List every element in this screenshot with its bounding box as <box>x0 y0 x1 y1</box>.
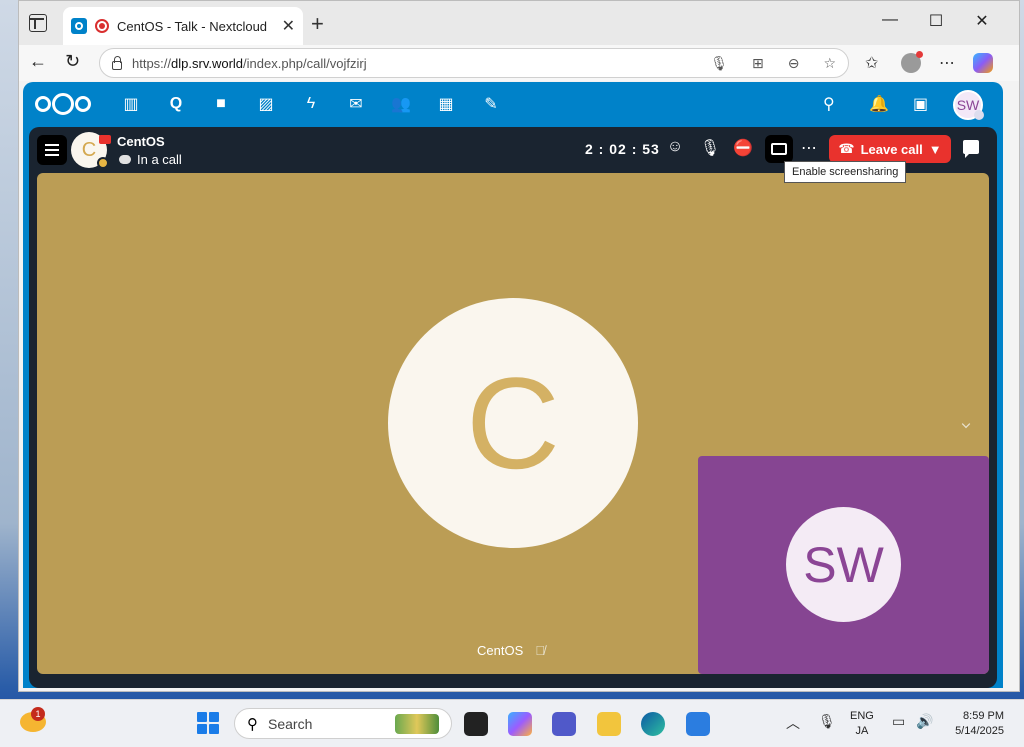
hamburger-menu-icon[interactable] <box>37 135 67 165</box>
conversation-name[interactable]: CentOS <box>117 134 165 149</box>
more-call-options-icon[interactable]: ⋯ <box>797 138 821 158</box>
chevron-down-icon[interactable] <box>961 419 971 429</box>
system-clock[interactable]: 8:59 PM 5/14/2025 <box>944 709 1004 739</box>
main-participant-avatar: C <box>388 298 638 548</box>
nextcloud-talk-favicon-icon <box>71 18 87 34</box>
microphone-toggle-icon[interactable]: 🎙 <box>698 138 722 158</box>
maximize-icon[interactable]: ☐ <box>913 11 959 31</box>
conversation-status-text: In a call <box>137 152 182 167</box>
close-window-icon[interactable]: ✕ <box>959 11 1005 31</box>
screenshare-icon <box>771 143 787 155</box>
self-video-tile[interactable]: SW <box>698 456 989 674</box>
microphone-icon[interactable]: 🎙 <box>710 55 728 72</box>
contacts-icon[interactable]: 👥 <box>391 94 411 114</box>
tray-microphone-icon[interactable]: 🎙 <box>818 713 836 730</box>
search-highlight-icon <box>395 713 439 734</box>
minimize-icon[interactable]: — <box>867 11 913 29</box>
search-magnifier-icon: ⚲ <box>247 715 258 733</box>
main-participant-label: CentOS 🎙̸ <box>477 643 545 658</box>
hang-up-icon: ☎ <box>838 141 855 156</box>
tab-title: CentOS - Talk - Nextcloud <box>117 18 268 34</box>
self-avatar: SW <box>786 507 901 622</box>
calendar-icon[interactable]: ▦ <box>436 94 456 114</box>
conversation-status: In a call <box>119 152 182 167</box>
teams-icon[interactable] <box>552 712 576 736</box>
lock-icon[interactable] <box>112 55 122 70</box>
reaction-emoji-icon[interactable]: ☺ <box>663 138 687 156</box>
contacts-menu-icon[interactable]: ▣ <box>913 94 928 114</box>
refresh-icon[interactable]: ↻ <box>65 51 80 72</box>
call-timer: 2 : 02 : 53 <box>585 141 660 157</box>
more-options-icon[interactable]: ⋯ <box>939 53 955 73</box>
copilot-app-icon[interactable] <box>508 712 532 736</box>
video-call-badge-icon <box>99 135 111 144</box>
browser-window: CentOS - Talk - Nextcloud ✕ + — ☐ ✕ ← ↻ … <box>18 0 1020 692</box>
call-view: C CentOS In a call 2 : 02 : 53 ☺ 🎙 ⛔ ⋯ ☎… <box>29 127 997 688</box>
ime-code: JA <box>855 725 869 737</box>
chat-bubble-icon <box>119 155 131 164</box>
video-stage: C CentOS 🎙̸ SW <box>37 173 989 674</box>
user-avatar[interactable]: SW <box>953 90 984 120</box>
dashboard-icon[interactable]: ▥ <box>121 94 141 114</box>
screenshare-button[interactable] <box>765 135 793 163</box>
photos-icon[interactable]: ▨ <box>256 94 276 114</box>
leave-call-label: Leave call <box>860 141 923 157</box>
profile-avatar-icon[interactable] <box>901 51 923 73</box>
notification-badge: 1 <box>31 707 45 721</box>
taskbar-search-text: Search <box>268 715 313 732</box>
files-icon[interactable]: ■ <box>211 94 231 114</box>
caret-down-icon: ▼ <box>928 141 942 157</box>
clock-time: 8:59 PM <box>963 710 1004 722</box>
tray-overflow-chevron-icon[interactable]: ︿ <box>786 713 800 733</box>
back-icon[interactable]: ← <box>29 51 47 72</box>
microsoft-store-icon[interactable] <box>686 712 710 736</box>
network-icon[interactable]: ▭ <box>892 713 905 730</box>
input-language[interactable]: ENG JA <box>850 709 874 739</box>
screenshare-tooltip: Enable screensharing <box>784 161 907 183</box>
recording-icon <box>95 19 109 33</box>
camera-off-icon[interactable]: ⛔ <box>731 138 755 158</box>
leave-call-button[interactable]: ☎ Leave call ▼ <box>829 135 951 163</box>
microphone-muted-icon: 🎙̸ <box>535 643 545 658</box>
task-view-icon[interactable] <box>464 712 488 736</box>
taskbar-search[interactable]: ⚲ Search <box>234 708 452 739</box>
talk-icon[interactable]: Q <box>166 94 186 114</box>
favorite-star-icon[interactable]: ☆ <box>823 55 836 72</box>
address-bar[interactable]: https://dlp.srv.world/index.php/call/voj… <box>99 48 849 78</box>
search-icon[interactable]: ⚲ <box>823 94 835 114</box>
mail-icon[interactable]: ✉ <box>346 94 366 114</box>
notifications-bell-icon[interactable]: 🔔 <box>869 94 889 114</box>
volume-icon[interactable]: 🔊 <box>916 713 933 730</box>
chat-sidebar-icon[interactable] <box>963 140 979 158</box>
windows-taskbar: 1 ⚲ Search ︿ 🎙 ENG JA ▭ 🔊 8:59 PM 5/14/2… <box>0 699 1024 747</box>
url-text: https://dlp.srv.world/index.php/call/voj… <box>132 55 367 71</box>
nextcloud-page: ▥ Q ■ ▨ ϟ ✉ 👥 ▦ ✎ ⚲ 🔔 ▣ SW C CentOS In a… <box>23 82 1003 688</box>
call-top-bar: C CentOS In a call 2 : 02 : 53 ☺ 🎙 ⛔ ⋯ ☎… <box>29 127 997 183</box>
favorites-icon[interactable]: ✩ <box>865 53 878 73</box>
new-tab-icon[interactable]: + <box>311 11 324 37</box>
tab-talk[interactable]: CentOS - Talk - Nextcloud ✕ <box>63 7 303 45</box>
app-available-icon[interactable]: ⊞ <box>752 55 764 72</box>
nextcloud-logo-icon[interactable] <box>35 93 91 115</box>
zoom-icon[interactable]: ⊖ <box>788 55 800 72</box>
notes-pencil-icon[interactable]: ✎ <box>481 94 501 114</box>
nextcloud-header: ▥ Q ■ ▨ ϟ ✉ 👥 ▦ ✎ ⚲ 🔔 ▣ SW <box>23 82 1003 126</box>
tab-bar: CentOS - Talk - Nextcloud ✕ + — ☐ ✕ <box>19 1 1019 45</box>
away-status-icon <box>97 157 109 169</box>
tab-close-icon[interactable]: ✕ <box>282 16 295 36</box>
copilot-icon[interactable] <box>973 53 993 73</box>
start-menu-icon[interactable] <box>197 712 219 734</box>
language-code: ENG <box>850 710 874 722</box>
clock-date: 5/14/2025 <box>955 725 1004 737</box>
edge-browser-icon[interactable] <box>641 712 665 736</box>
file-explorer-icon[interactable] <box>597 712 621 736</box>
address-bar-row: ← ↻ https://dlp.srv.world/index.php/call… <box>19 45 1019 81</box>
tab-actions-icon[interactable] <box>29 14 47 32</box>
main-participant-name: CentOS <box>477 643 524 658</box>
activity-icon[interactable]: ϟ <box>301 94 321 114</box>
